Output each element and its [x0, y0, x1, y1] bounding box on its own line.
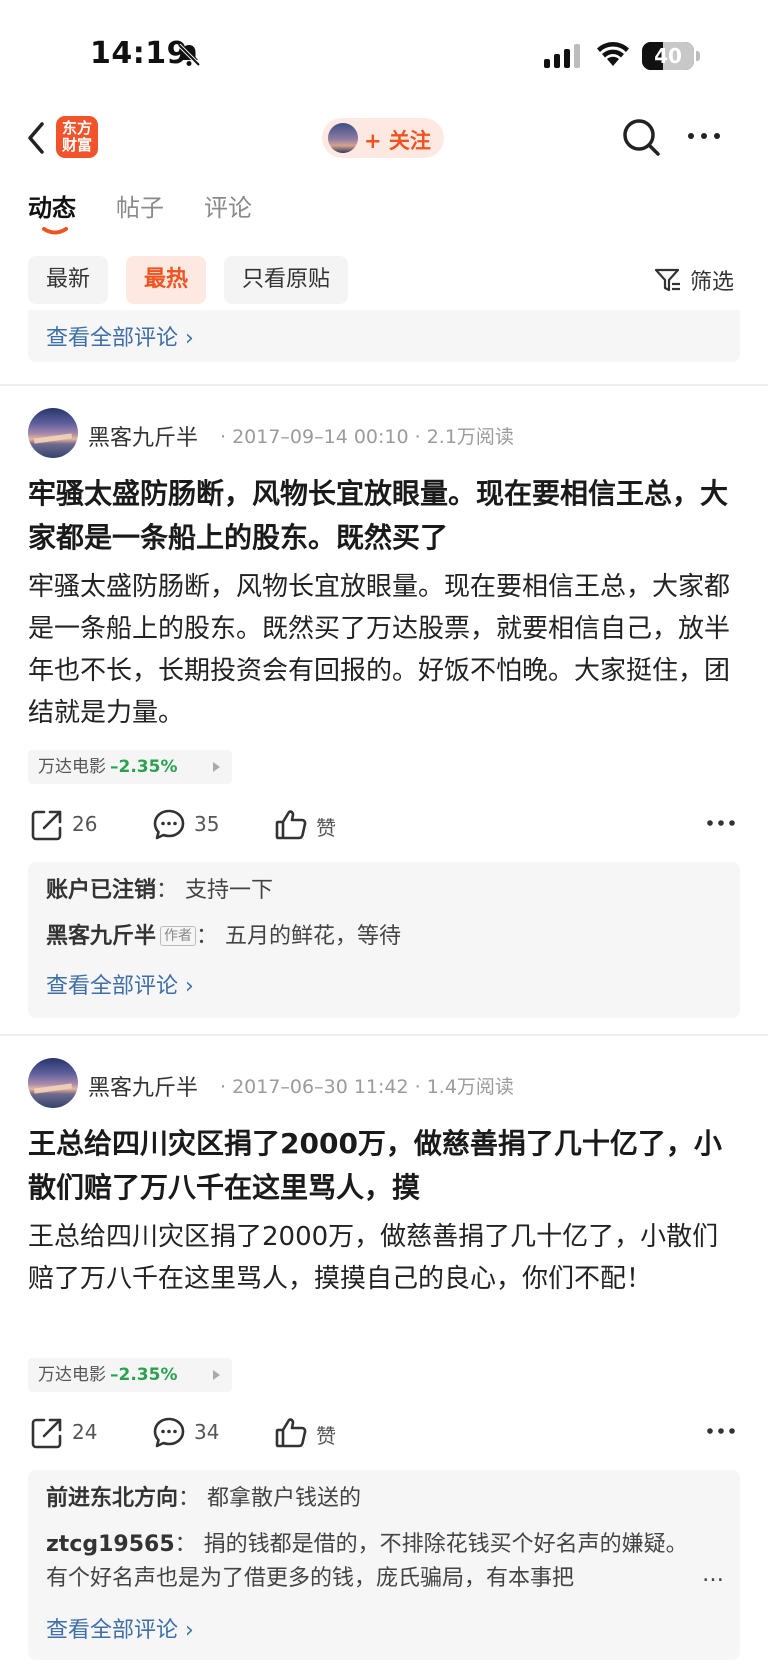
comment-button[interactable]: 34: [152, 1414, 242, 1454]
filter-label: 筛选: [690, 270, 735, 295]
author-name[interactable]: 黑客九斤半: [88, 1070, 198, 1102]
tab-comments[interactable]: 评论: [204, 188, 252, 223]
comment-user[interactable]: 账户已注销: [46, 878, 156, 903]
post-meta: · 2017–06–30 11:42 · 1.4万阅读: [220, 1076, 514, 1098]
comment-item[interactable]: 黑客九斤半 作者： 五月的鲜花，等待: [46, 920, 722, 954]
filter-hot[interactable]: 最热: [126, 256, 207, 304]
post-title[interactable]: 王总给四川灾区捐了2000万，做慈善捐了几十亿了，小散们赔了万八千在这里骂人，摸: [28, 1122, 740, 1210]
comment-count: 35: [194, 812, 220, 836]
filter-original-only[interactable]: 只看原贴: [224, 256, 349, 304]
like-button[interactable]: 赞: [274, 1414, 364, 1454]
like-button[interactable]: 赞: [274, 806, 364, 846]
view-all-comments-link[interactable]: 查看全部评论 ›: [46, 320, 194, 352]
battery-level: 40: [654, 44, 682, 68]
share-button[interactable]: 24: [30, 1414, 120, 1454]
chevron-right-icon: [213, 1370, 220, 1380]
post-body[interactable]: 牢骚太盛防肠断，风物长宜放眼量。现在要相信王总，大家都是一条船上的股东。既然买了…: [28, 566, 740, 734]
status-time: 14:19: [90, 36, 188, 71]
battery-cap: [696, 51, 700, 61]
comment-box: 前进东北方向： 都拿散户钱送的 ztcg19565： 捐的钱都是借的，不排除花钱…: [28, 1470, 740, 1660]
comment-text: ： 五月的鲜花，等待: [196, 924, 402, 949]
like-label: 赞: [316, 816, 336, 840]
comment-text: ： 都拿散户钱送的: [178, 1486, 362, 1511]
follow-button[interactable]: + 关注: [322, 118, 444, 158]
like-icon: [275, 1418, 307, 1448]
stock-name: 万达电影: [38, 1365, 106, 1385]
tab-posts[interactable]: 帖子: [116, 188, 164, 223]
view-all-comments-link[interactable]: 查看全部评论 ›: [46, 1612, 194, 1644]
comment-icon: [153, 809, 185, 840]
comment-count: 34: [194, 1420, 220, 1444]
filter-icon: [654, 268, 680, 292]
stock-tag[interactable]: 万达电影 –2.35%: [28, 750, 232, 784]
more-icon[interactable]: [686, 130, 722, 142]
filter-latest[interactable]: 最新: [28, 256, 109, 304]
avatar[interactable]: [28, 408, 78, 458]
divider: [0, 1034, 768, 1036]
signal-icon: [544, 44, 580, 68]
share-icon: [31, 810, 62, 841]
post-body[interactable]: 王总给四川灾区捐了2000万，做慈善捐了几十亿了，小散们赔了万八千在这里骂人，摸…: [28, 1216, 740, 1300]
status-bar: 14:19 40: [0, 0, 768, 110]
comment-text: ： 支持一下: [156, 878, 274, 903]
share-count: 24: [72, 1420, 98, 1444]
active-tab-indicator: [42, 227, 68, 235]
avatar[interactable]: [28, 1058, 78, 1108]
author-name[interactable]: 黑客九斤半: [88, 420, 198, 452]
like-icon: [275, 810, 307, 840]
divider: [0, 384, 768, 386]
follow-label: + 关注: [364, 129, 431, 153]
truncation-ellipsis: …: [702, 1562, 724, 1587]
share-count: 26: [72, 812, 98, 836]
more-icon[interactable]: [706, 819, 736, 827]
post-card[interactable]: 黑客九斤半 · 2017–09–14 00:10 · 2.1万阅读 牢骚太盛防肠…: [0, 404, 768, 1024]
comment-item[interactable]: 前进东北方向： 都拿散户钱送的: [46, 1482, 722, 1516]
comment-item[interactable]: 账户已注销： 支持一下: [46, 874, 722, 908]
share-button[interactable]: 26: [30, 806, 120, 846]
filter-button[interactable]: 筛选: [628, 256, 768, 304]
comment-user[interactable]: ztcg19565: [46, 1532, 175, 1557]
comment-box: 查看全部评论 ›: [28, 310, 740, 362]
tab-dynamic[interactable]: 动态: [28, 188, 76, 223]
wifi-icon: [597, 42, 629, 66]
search-icon[interactable]: [620, 116, 662, 158]
post-title[interactable]: 牢骚太盛防肠断，风物长宜放眼量。现在要相信王总，大家都是一条船上的股东。既然买了: [28, 472, 740, 560]
comment-user[interactable]: 黑客九斤半: [46, 924, 156, 949]
chevron-right-icon: [213, 762, 220, 772]
share-icon: [31, 1418, 62, 1449]
comment-button[interactable]: 35: [152, 806, 242, 846]
post-card[interactable]: 黑客九斤半 · 2017–06–30 11:42 · 1.4万阅读 王总给四川灾…: [0, 1054, 768, 1669]
back-icon[interactable]: [22, 118, 50, 158]
post-meta: · 2017–09–14 00:10 · 2.1万阅读: [220, 426, 514, 448]
author-badge: 作者: [160, 926, 197, 946]
comment-box: 账户已注销： 支持一下 黑客九斤半 作者： 五月的鲜花，等待 查看全部评论 ›: [28, 862, 740, 1018]
bell-slash-icon: [177, 43, 201, 67]
stock-name: 万达电影: [38, 757, 106, 777]
battery-icon: 40: [642, 42, 694, 70]
more-icon[interactable]: [706, 1427, 736, 1435]
avatar: [328, 123, 358, 153]
stock-tag[interactable]: 万达电影 –2.35%: [28, 1358, 232, 1392]
comment-icon: [153, 1417, 185, 1448]
view-all-comments-link[interactable]: 查看全部评论 ›: [46, 968, 194, 1000]
comment-item[interactable]: ztcg19565： 捐的钱都是借的，不排除花钱买个好名声的嫌疑。有个好名声也是…: [46, 1528, 696, 1596]
like-label: 赞: [316, 1424, 336, 1448]
app-logo[interactable]: 东方 财富: [56, 116, 98, 158]
comment-user[interactable]: 前进东北方向: [46, 1486, 178, 1511]
stock-change: –2.35%: [110, 1365, 178, 1385]
stock-change: –2.35%: [110, 757, 178, 777]
